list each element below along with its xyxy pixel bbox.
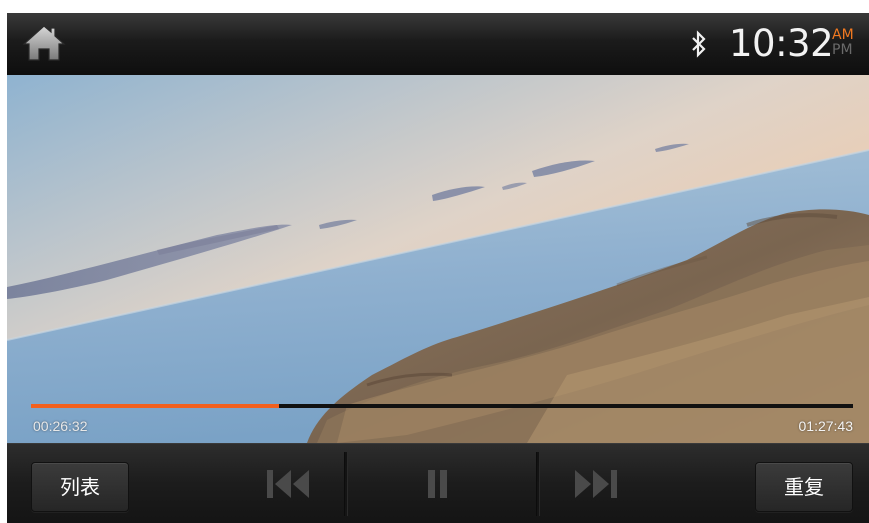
- clock-time: 10:32: [729, 22, 834, 65]
- home-button[interactable]: [21, 23, 67, 63]
- am-pm-indicator: AM PM: [832, 28, 858, 58]
- progress-bar-fill: [31, 404, 280, 408]
- repeat-button[interactable]: 重复: [755, 462, 853, 512]
- total-time: 01:27:43: [798, 418, 854, 434]
- playlist-button[interactable]: 列表: [31, 462, 129, 512]
- previous-button[interactable]: [243, 452, 343, 516]
- control-divider: [536, 452, 540, 516]
- next-button[interactable]: [553, 452, 653, 516]
- skip-next-icon: [575, 470, 617, 498]
- pause-button[interactable]: [387, 452, 487, 516]
- skip-previous-icon: [267, 470, 309, 498]
- progress-bar[interactable]: [31, 404, 853, 408]
- pause-icon: [428, 470, 447, 498]
- pm-label: PM: [832, 42, 853, 58]
- control-divider: [344, 452, 348, 516]
- elapsed-time: 00:26:32: [33, 418, 88, 434]
- control-bar: 列表 重复: [7, 443, 869, 523]
- bluetooth-icon: [692, 30, 706, 58]
- media-player-screen: 10:32 AM PM 00:26:32 01:27:43 列表 重复: [7, 13, 869, 523]
- video-frame[interactable]: 00:26:32 01:27:43: [7, 75, 869, 443]
- video-image: [7, 75, 869, 443]
- home-icon: [22, 25, 66, 61]
- am-label: AM: [832, 27, 854, 43]
- status-bar: 10:32 AM PM: [7, 13, 869, 76]
